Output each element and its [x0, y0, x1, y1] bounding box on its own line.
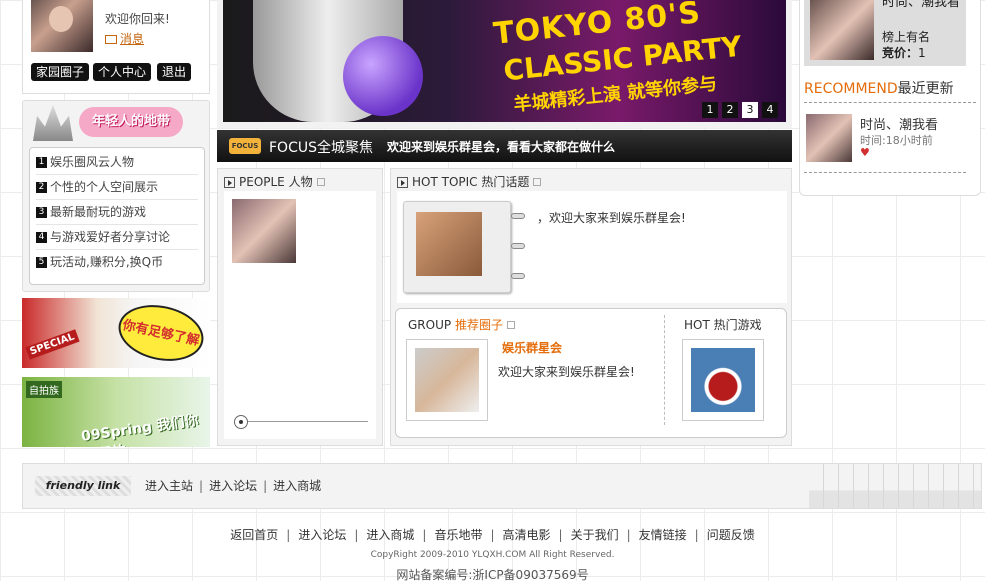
city-illustration	[809, 464, 981, 508]
recommend-item[interactable]: 时尚、潮我看 时间:18小时前 ♥	[804, 112, 976, 164]
top-ranked-name: 时尚、潮我看	[882, 0, 961, 10]
focus-badge-icon: FOCUS	[229, 138, 261, 154]
group-heading[interactable]: GROUP 推荐圈子	[408, 316, 515, 333]
logout-button[interactable]: 退出	[157, 63, 192, 81]
footer-nav: 返回首页 | 进入论坛 | 进入商城 | 音乐地带 | 高清电影 | 关于我们 | 友情链接 | 问题反馈	[230, 528, 755, 542]
external-link-icon	[316, 178, 325, 186]
focus-title: FOCUS全城聚焦	[269, 140, 373, 156]
user-panel: 欢迎你回来! 消息 家园圈子 个人中心 退出	[22, 0, 210, 94]
home-circle-button[interactable]: 家园圈子	[31, 63, 90, 81]
divider	[804, 172, 966, 173]
hot-games-heading: HOT 热门游戏	[684, 318, 762, 332]
poker-chip-image	[691, 348, 755, 412]
group-description: 欢迎大家来到娱乐群星会!	[498, 365, 635, 379]
people-list	[224, 191, 376, 439]
avatar[interactable]	[31, 0, 93, 52]
bubble-gum-image	[343, 36, 423, 116]
mail-icon	[105, 35, 117, 44]
list-item[interactable]: 4 与游戏爱好者分享讨论	[36, 225, 198, 250]
hot-topic-heading[interactable]: HOT TOPIC 热门话题	[397, 173, 542, 190]
copyright: CopyRight 2009-2010 YLQXH.COM All Right …	[370, 550, 615, 560]
link-shop[interactable]: 进入商城	[273, 479, 321, 493]
carousel-page-4[interactable]: 4	[762, 102, 778, 118]
friendly-links: 进入主站 | 进入论坛 | 进入商城	[145, 479, 322, 493]
recommend-name: 时尚、潮我看	[860, 118, 939, 133]
arrow-icon	[397, 177, 408, 188]
recommend-avatar	[806, 114, 852, 162]
crown-icon	[33, 105, 73, 141]
top-ranked-label: 榜上有名	[882, 30, 931, 44]
personal-center-button[interactable]: 个人中心	[93, 63, 152, 81]
people-avatar[interactable]	[232, 199, 296, 263]
promo-banner-spring[interactable]: 自拍族 09Spring 我们你情释放	[22, 377, 210, 447]
group-name[interactable]: 娱乐群星会	[502, 339, 562, 356]
footer-link-home[interactable]: 返回首页	[230, 528, 278, 542]
top-ranked-avatar	[810, 0, 874, 60]
scroll-handle[interactable]	[234, 415, 248, 429]
heart-icon: ♥	[860, 146, 870, 159]
link-forum[interactable]: 进入论坛	[209, 479, 257, 493]
messages-link[interactable]: 消息	[105, 30, 144, 47]
carousel-pager: 1234	[698, 102, 778, 118]
banner-tag: 自拍族	[26, 381, 62, 398]
banner-side-label: SPECIAL	[25, 329, 80, 360]
recommend-heading: RECOMMEND最近更新	[804, 81, 954, 97]
group-image	[415, 348, 479, 412]
focus-bar: FOCUS FOCUS全城聚焦 欢迎来到娱乐群星会，看看大家都在做什么	[217, 130, 792, 162]
people-panel: PEOPLE 人物	[217, 168, 383, 446]
top-ranked-vote: 竞价：1	[882, 46, 926, 60]
binder-ring-icon	[511, 243, 525, 249]
list-item[interactable]: 1 娱乐圈风云人物	[36, 150, 198, 175]
youth-zone-panel: 年轻人的地带 1 娱乐圈风云人物 2 个性的个人空间展示 3 最新最耐玩的游戏 4 与游…	[22, 100, 210, 292]
footer-link-forum[interactable]: 进入论坛	[298, 528, 346, 542]
hot-game-thumbnail[interactable]	[682, 339, 764, 421]
list-item[interactable]: 3 最新最耐玩的游戏	[36, 200, 198, 225]
binder-ring-icon	[511, 273, 525, 279]
footer-link-shop[interactable]: 进入商城	[366, 528, 414, 542]
banner-headline: 你有足够了解我吗?	[113, 298, 209, 368]
footer-link-feedback[interactable]: 问题反馈	[707, 528, 755, 542]
carousel-page-2[interactable]: 2	[722, 102, 738, 118]
footer-link-movies[interactable]: 高清电影	[503, 528, 551, 542]
footer-link-music[interactable]: 音乐地带	[434, 528, 482, 542]
scroll-track	[238, 421, 368, 422]
people-heading[interactable]: PEOPLE 人物	[224, 173, 325, 190]
focus-description: 欢迎来到娱乐群星会，看看大家都在做什么	[387, 140, 616, 154]
carousel-page-3[interactable]: 3	[742, 102, 758, 118]
topic-photo[interactable]	[403, 201, 511, 293]
topic-card: ，欢迎大家来到娱乐群星会!	[397, 191, 787, 303]
list-item[interactable]: 2 个性的个人空间展示	[36, 175, 198, 200]
friendly-link-logo: friendly link	[35, 476, 131, 496]
arrow-icon	[224, 177, 235, 188]
youth-zone-logo-text: 年轻人的地带	[79, 107, 183, 137]
topic-image	[416, 212, 482, 276]
welcome-text: 欢迎你回来!	[105, 12, 170, 26]
hero-carousel[interactable]: TOKYO 80'S CLASSIC PARTY 羊城精彩上演 就等你参与 12…	[217, 0, 792, 128]
top-ranked-card[interactable]: 时尚、潮我看 榜上有名 竞价：1	[804, 0, 966, 66]
external-link-icon	[506, 321, 515, 329]
friendly-links-bar: friendly link 进入主站 | 进入论坛 | 进入商城	[22, 463, 982, 509]
carousel-page-1[interactable]: 1	[702, 102, 718, 118]
divider	[664, 315, 665, 425]
footer-link-about[interactable]: 关于我们	[571, 528, 619, 542]
link-main-site[interactable]: 进入主站	[145, 479, 193, 493]
list-item[interactable]: 5 玩活动,赚积分,换Q币	[36, 250, 198, 275]
youth-zone-logo: 年轻人的地带	[31, 101, 183, 143]
topic-text[interactable]: ，欢迎大家来到娱乐群星会!	[537, 209, 686, 226]
external-link-icon	[533, 178, 542, 186]
promo-banner-special[interactable]: SPECIAL 你有足够了解我吗?	[22, 298, 210, 368]
messages-label: 消息	[120, 32, 145, 46]
footer-link-friendly-links[interactable]: 友情链接	[639, 528, 687, 542]
youth-zone-list: 1 娱乐圈风云人物 2 个性的个人空间展示 3 最新最耐玩的游戏 4 与游戏爱好者分享讨…	[29, 147, 205, 285]
group-thumbnail[interactable]	[406, 339, 488, 421]
binder-ring-icon	[511, 213, 525, 219]
recommend-time: 时间:18小时前	[860, 134, 933, 147]
group-panel: GROUP 推荐圈子 娱乐群星会 欢迎大家来到娱乐群星会! HOT 热门游戏	[395, 308, 787, 438]
divider	[804, 102, 976, 103]
banner-headline: 09Spring 我们你情释放	[80, 412, 200, 447]
icp-number: 网站备案编号:浙ICP备09037569号	[396, 568, 589, 581]
